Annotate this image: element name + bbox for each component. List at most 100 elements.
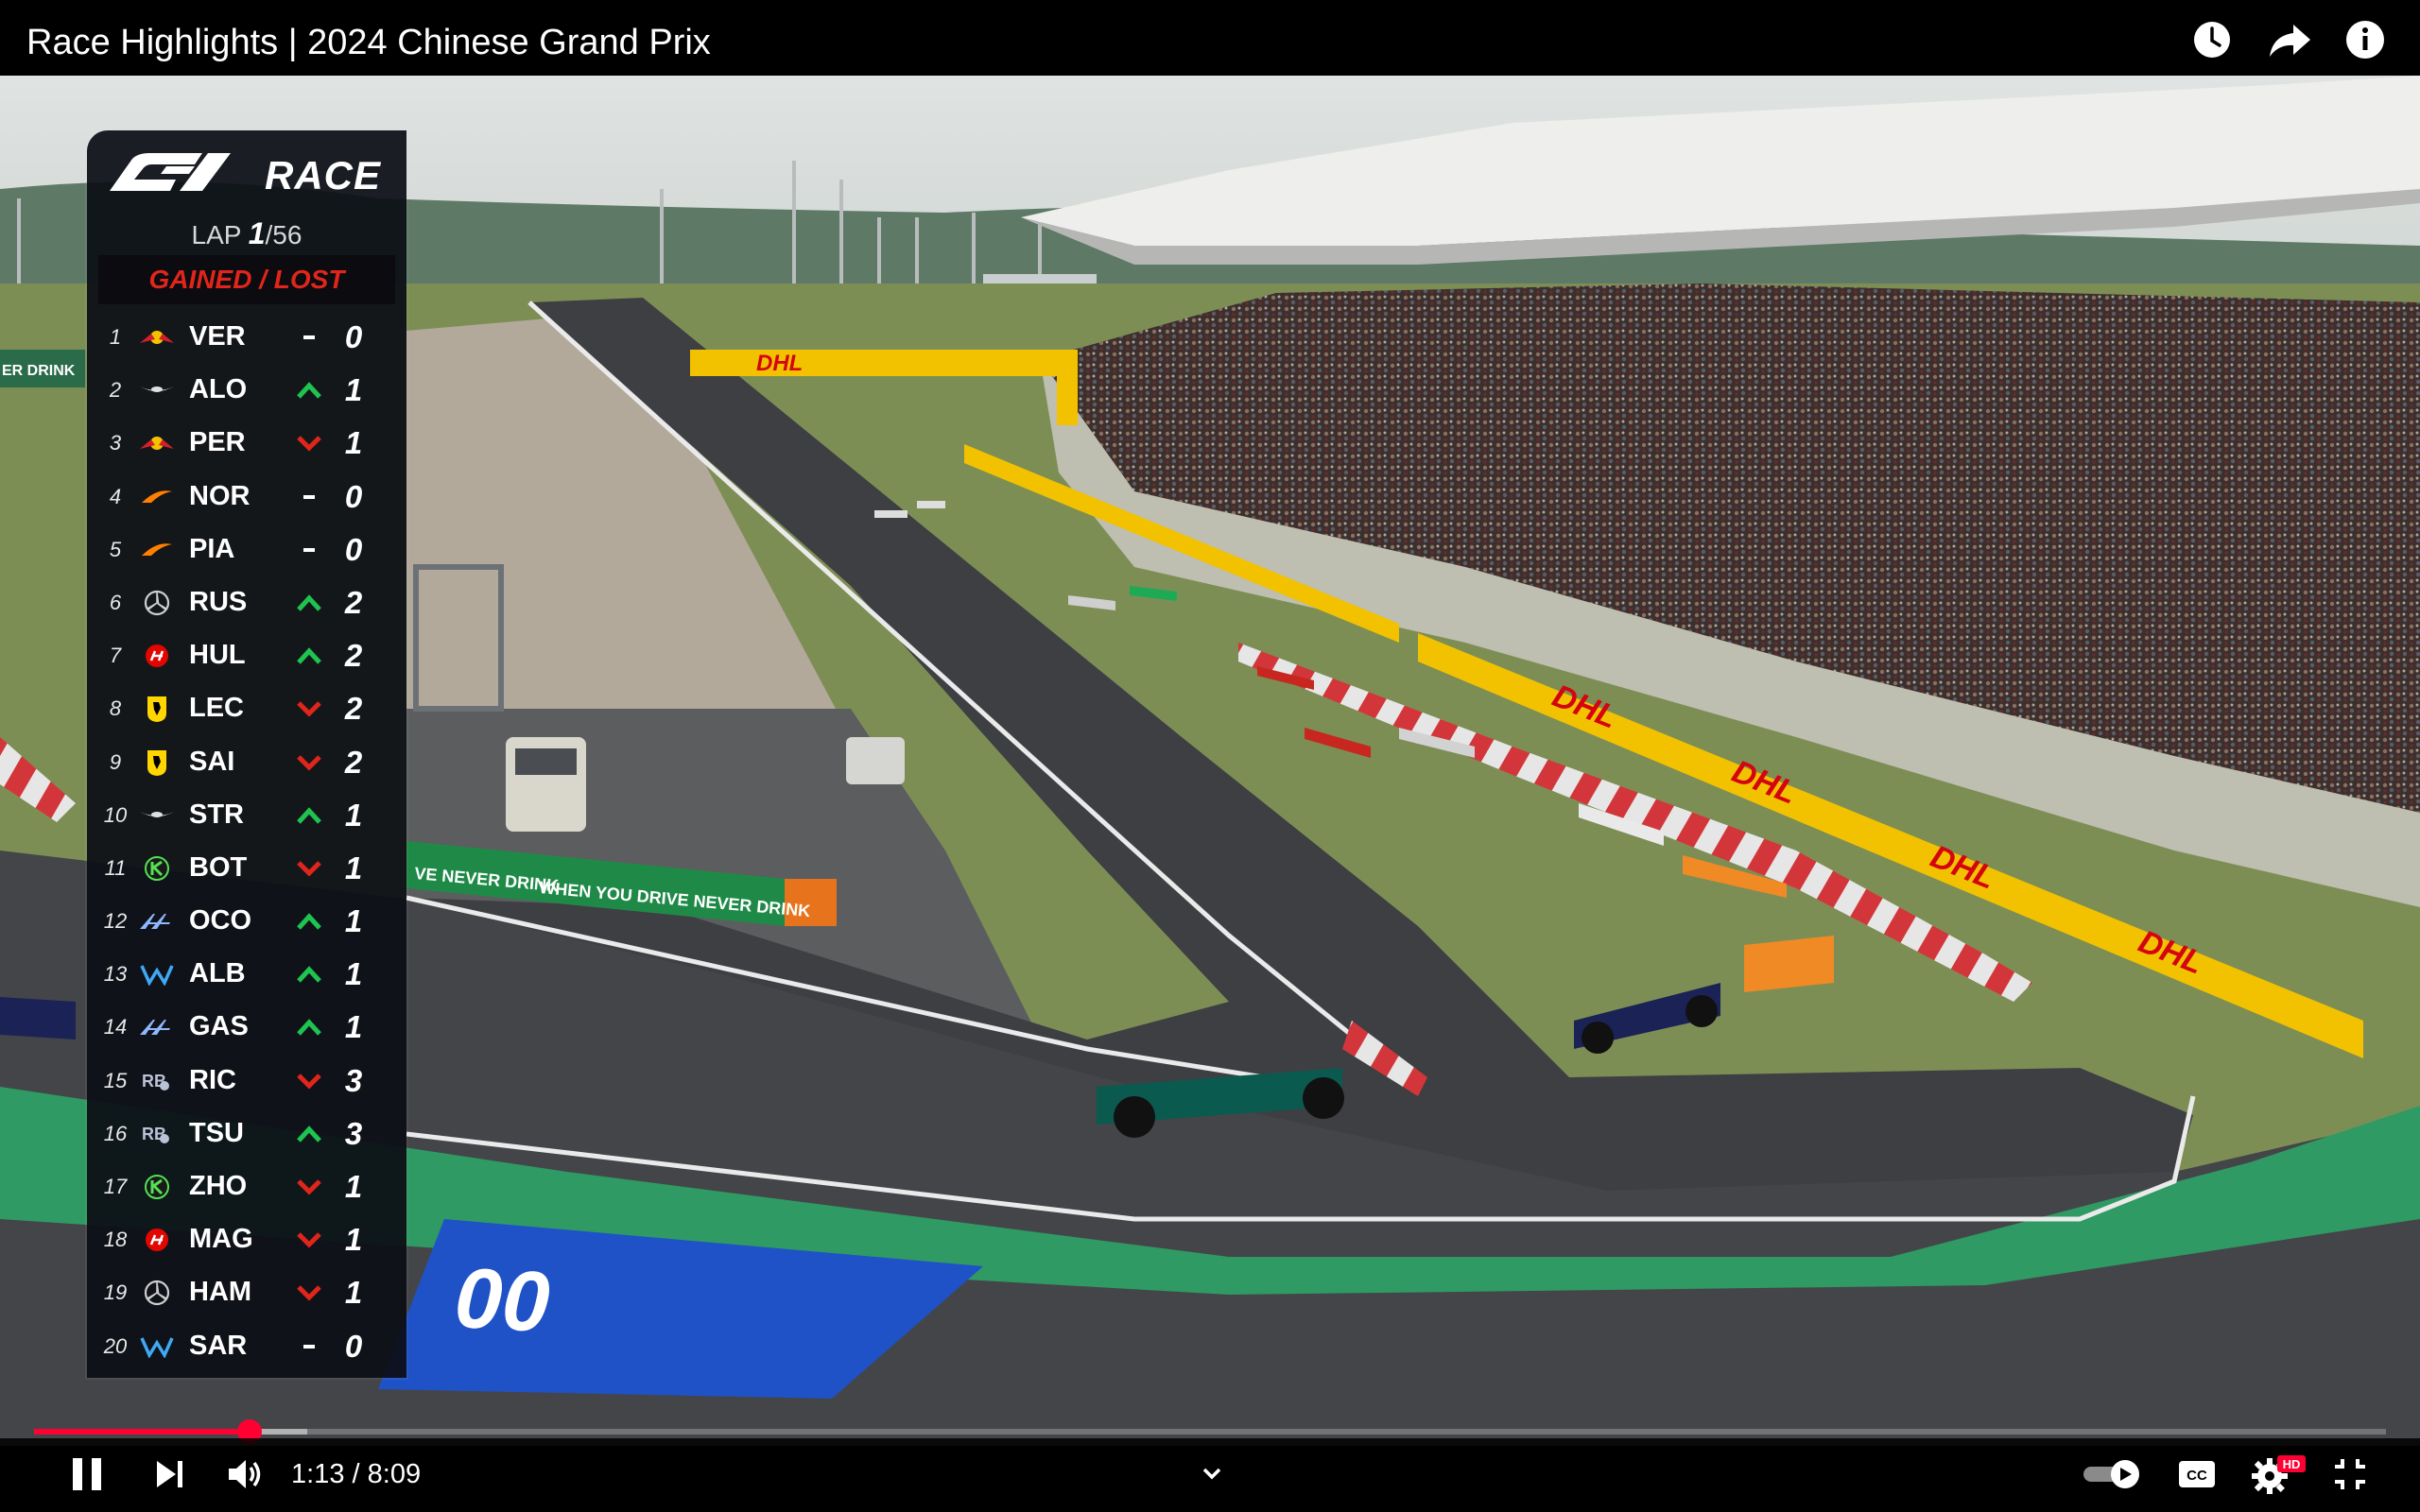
driver-code: NOR [189,480,251,511]
positions-changed: 3 [344,1062,363,1098]
gain-arrow-icon [295,589,323,617]
watch-later-icon [2194,22,2230,58]
loss-arrow-icon [295,1226,323,1254]
chapter-dropdown-button[interactable] [1185,1448,1238,1501]
autoplay-toggle-icon [2083,1460,2139,1488]
info-button[interactable] [2339,19,2392,60]
driver-code: GAS [189,1011,249,1042]
svg-text:CC: CC [2187,1468,2207,1484]
haas-logo-icon [138,642,176,670]
rb-logo-icon: RB [138,1120,176,1148]
driver-code: RUS [189,586,248,617]
share-button[interactable] [2263,19,2316,60]
exit-fullscreen-button[interactable] [2324,1448,2377,1501]
driver-code: SAR [189,1330,248,1361]
positions-changed: 1 [344,797,363,833]
captions-icon: CC [2179,1461,2215,1487]
position-number: 18 [103,1228,128,1252]
positions-changed: 2 [344,584,363,620]
player-controls: 1:13 / 8:09 CC HD [0,1438,2420,1512]
standing-row: 1 VER 0 [87,312,406,365]
captions-button[interactable]: CC [2170,1448,2223,1501]
dhl-gantry: DHL [756,351,803,376]
loss-arrow-icon [295,1067,323,1095]
loss-arrow-icon [295,429,323,457]
loss-arrow-icon [295,854,323,883]
time-display: 1:13 / 8:09 [291,1459,421,1490]
standing-row: 8 LEC 2 [87,683,406,736]
haas-logo-icon [138,1226,176,1254]
position-number: 19 [103,1280,128,1305]
positions-changed: 0 [344,531,363,567]
position-number: 4 [109,484,122,508]
loss-arrow-icon [295,695,323,723]
video-title[interactable]: Race Highlights | 2024 Chinese Grand Pri… [26,25,711,60]
position-number: 2 [109,378,122,403]
driver-code: HUL [189,640,246,671]
position-number: 1 [109,325,122,349]
standing-row: 9 SAI 2 [87,737,406,790]
mercedes-logo-icon [138,589,176,617]
kick-sauber-logo-icon [138,1173,176,1201]
position-number: 12 [103,909,128,934]
time-current: 1:13 [291,1459,345,1489]
aston-martin-logo-icon [138,801,176,830]
standing-row: 19 HAM 1 [87,1267,406,1320]
positions-changed: 3 [344,1115,363,1151]
gain-arrow-icon [295,960,323,988]
volume-button[interactable] [219,1448,272,1501]
positions-changed: 1 [344,1222,363,1258]
standing-row: 10 STR 1 [87,790,406,843]
position-number: 11 [104,855,127,880]
position-number: 15 [103,1068,128,1092]
pause-icon [73,1458,101,1490]
volume-icon [229,1460,261,1488]
next-button[interactable] [144,1448,197,1501]
driver-code: BOT [189,851,248,883]
mercedes-logo-icon [138,1279,176,1307]
williams-logo-icon [138,1332,176,1361]
gain-arrow-icon [295,907,323,936]
settings-button[interactable]: HD [2248,1448,2310,1501]
driver-code: HAM [189,1277,252,1308]
positions-changed: 1 [344,425,363,461]
standing-row: 15 RB RIC 3 [87,1056,406,1108]
no-change-icon [295,323,323,352]
gain-arrow-icon [295,801,323,830]
standing-row: 7 HUL 2 [87,630,406,683]
lap-label: LAP [191,220,241,249]
position-number: 5 [109,537,122,561]
pause-button[interactable] [60,1448,113,1501]
aston-martin-logo-icon [138,376,176,404]
autoplay-toggle[interactable] [2080,1448,2146,1501]
positions-changed: 1 [344,956,363,992]
positions-changed: 1 [344,1275,363,1311]
gain-arrow-icon [295,1013,323,1041]
progress-bar[interactable] [34,1419,2386,1444]
no-change-icon [295,483,323,511]
rb-logo-icon: RB [138,1067,176,1095]
time-separator: / [352,1459,360,1489]
position-number: 13 [103,962,128,987]
watch-later-button[interactable] [2186,19,2238,60]
standing-row: 4 NOR 0 [87,472,406,524]
settings-icon: HD [2252,1455,2306,1494]
standing-row: 20 SAR 0 [87,1321,406,1374]
gained-lost-header: GAINED / LOST [98,255,395,304]
standing-row: 6 RUS 2 [87,577,406,630]
no-change-icon [295,536,323,564]
driver-code: PER [189,427,246,458]
driver-code: PIA [189,533,235,564]
hd-badge: HD [2283,1457,2301,1471]
position-number: 8 [109,696,122,721]
standing-row: 2 ALO 1 [87,365,406,418]
chevron-down-icon [1202,1468,1221,1480]
gain-arrow-icon [295,642,323,670]
positions-changed: 2 [344,744,363,780]
no-change-icon [295,1332,323,1361]
race-leaderboard: RACE LAP 1/56 GAINED / LOST 1 VER 0 2 ALO 1 3 P… [87,130,406,1378]
info-icon [2346,21,2384,59]
red-bull-logo-icon [138,323,176,352]
standing-row: 12 OCO 1 [87,896,406,949]
progress-played [34,1429,250,1435]
